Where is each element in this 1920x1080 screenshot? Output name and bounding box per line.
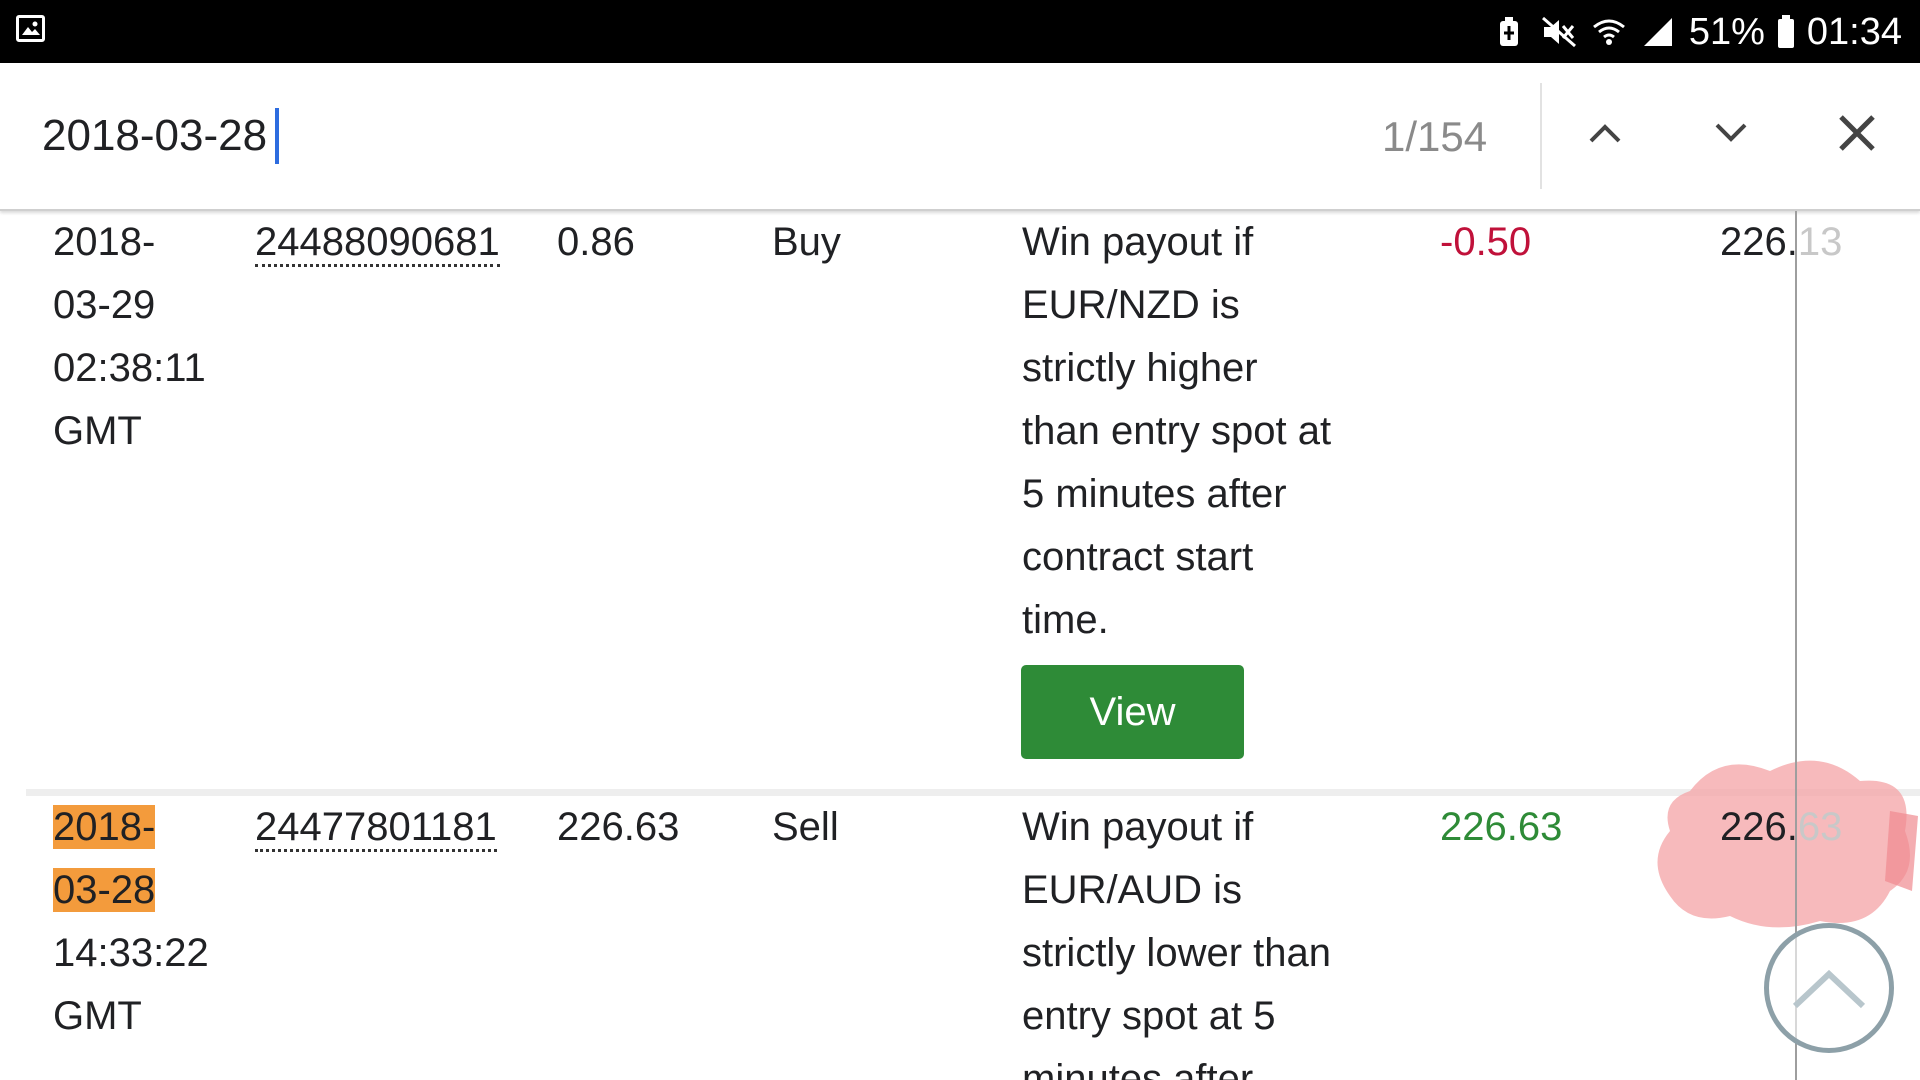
- description-cell: Win payout if EUR/NZD is strictly higher…: [1022, 220, 1332, 642]
- statement-table: 2018- 03-29 02:38:11 GMT 24488090681 0.8…: [0, 211, 1920, 1080]
- chevron-down-icon: [1715, 123, 1747, 142]
- date-cell: 2018- 03-28 14:33:22 GMT: [53, 805, 209, 1038]
- chevron-up-icon: [1589, 124, 1621, 143]
- close-icon: [1839, 115, 1875, 151]
- balance-cell: 226.63: [1720, 805, 1843, 849]
- chevron-up-icon: [1792, 969, 1866, 1009]
- wifi-icon: [1589, 12, 1629, 52]
- action-cell: Sell: [772, 805, 839, 849]
- amount-cell: 226.63: [557, 805, 680, 849]
- credit-cell: -0.50: [1440, 220, 1532, 264]
- gallery-icon: [16, 15, 45, 42]
- battery-percent: 51%: [1688, 10, 1765, 53]
- find-in-page-bar: 2018-03-28 1/154: [0, 63, 1920, 211]
- ref-id-link[interactable]: 24477801181: [255, 796, 497, 859]
- search-highlight: 2018-: [53, 805, 156, 849]
- battery-saver-icon: [1489, 12, 1529, 52]
- date-cell: 2018- 03-29 02:38:11 GMT: [53, 220, 206, 453]
- battery-icon: [1775, 12, 1797, 52]
- match-count: 1/154: [1382, 113, 1488, 160]
- find-input[interactable]: 2018-03-28: [42, 108, 280, 164]
- previous-match-button[interactable]: [1570, 98, 1640, 168]
- balance-cell: 226.13: [1720, 220, 1843, 264]
- signal-icon: [1639, 12, 1679, 52]
- row-divider: [26, 789, 1920, 796]
- status-bar: 51% 01:34: [0, 0, 1920, 63]
- ref-id-link[interactable]: 24488090681: [255, 211, 500, 274]
- credit-cell: 226.63: [1440, 805, 1563, 849]
- find-query: 2018-03-28: [42, 111, 268, 160]
- clock: 01:34: [1806, 10, 1902, 53]
- mute-icon: [1539, 12, 1579, 52]
- action-cell: Buy: [772, 220, 841, 264]
- search-highlight: 03-28: [53, 868, 156, 912]
- view-button[interactable]: View: [1021, 665, 1244, 759]
- next-match-button[interactable]: [1696, 98, 1766, 168]
- description-cell: Win payout if EUR/AUD is strictly lower …: [1022, 805, 1331, 1080]
- amount-cell: 0.86: [557, 220, 635, 264]
- scroll-to-top-button[interactable]: [1764, 923, 1894, 1053]
- divider: [1540, 83, 1542, 189]
- close-find-button[interactable]: [1822, 98, 1892, 168]
- text-caret: [275, 108, 280, 164]
